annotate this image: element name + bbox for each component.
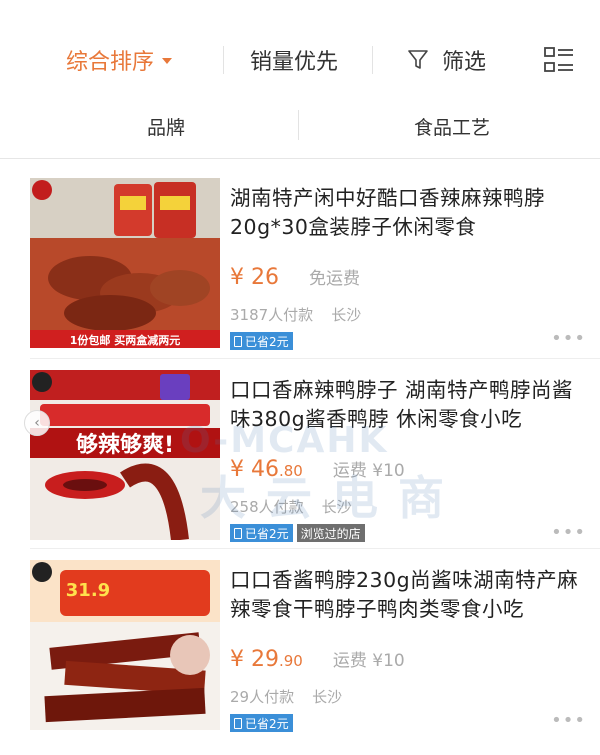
product-image[interactable]: 1份包邮 买两盒减两元: [30, 178, 220, 348]
price-integer: 26: [251, 265, 279, 290]
product-title[interactable]: 湖南特产闲中好酷口香辣麻辣鸭脖20g*30盒装脖子休闲零食: [230, 184, 585, 242]
thumb-banner-text: 1份包邮 买两盒减两元: [70, 333, 180, 347]
badge-list: 已省2元: [230, 332, 585, 350]
currency-symbol: ¥: [230, 647, 244, 672]
sales-meta: 258人付款 长沙: [230, 496, 585, 517]
price-row: ¥ 26 免运费: [230, 264, 585, 290]
divider: [298, 110, 299, 140]
duck-neck-product-photo: 1份包邮 买两盒减两元: [30, 178, 220, 348]
product-card[interactable]: 1份包邮 买两盒减两元 湖南特产闲中好酷口香辣麻辣鸭脖20g*30盒装脖子休闲零…: [0, 178, 600, 358]
caret-down-icon: [162, 58, 173, 64]
discount-badge: 已省2元: [230, 524, 293, 542]
badge-label: 已省2元: [245, 526, 289, 541]
product-title[interactable]: 口口香麻辣鸭脖子 湖南特产鸭脖尚酱味380g酱香鸭脖 休闲零食小吃: [230, 376, 585, 434]
phone-icon: [234, 527, 242, 539]
seller-city: 长沙: [321, 498, 352, 516]
discount-badge: 已省2元: [230, 332, 293, 350]
badge-label: 已省2元: [245, 716, 289, 731]
price: ¥ 46.80: [230, 457, 303, 482]
currency-symbol: ¥: [230, 457, 244, 482]
product-image[interactable]: 31.9: [30, 560, 220, 730]
duck-neck-product-photo: 31.9: [30, 560, 220, 730]
list-layout-toggle[interactable]: [542, 44, 576, 78]
shipping-info: 运费 ¥10: [332, 651, 405, 671]
sort-comprehensive-label: 综合排序: [66, 50, 155, 75]
duck-neck-product-photo: 够辣够爽!: [30, 370, 220, 540]
product-info: 湖南特产闲中好酷口香辣麻辣鸭脖20g*30盒装脖子休闲零食 ¥ 26 免运费 3…: [230, 178, 585, 350]
phone-icon: [234, 335, 242, 347]
price: ¥ 29.90: [230, 647, 303, 672]
sort-sales-tab[interactable]: 销量优先: [250, 42, 338, 78]
list-view-icon: [544, 47, 573, 72]
badge-list: 已省2元 浏览过的店: [230, 524, 585, 542]
more-options-button[interactable]: •••: [551, 522, 586, 543]
sort-bar: 综合排序 销量优先 筛选 品牌 食品工艺: [0, 0, 600, 140]
chevron-left-icon[interactable]: ‹: [24, 410, 50, 436]
filter-funnel-icon: [408, 50, 428, 69]
sales-meta: 3187人付款 长沙: [230, 304, 585, 325]
thumb-banner-text: 31.9: [66, 580, 110, 601]
divider: [223, 46, 224, 74]
thumb-banner-text: 够辣够爽!: [76, 432, 174, 458]
shipping-info: 免运费: [309, 269, 360, 289]
divider: [30, 358, 600, 359]
discount-badge: 已省2元: [230, 714, 293, 732]
divider: [30, 548, 600, 549]
product-card[interactable]: 够辣够爽! 口口香麻辣鸭脖子 湖南特产鸭脖尚酱味380g酱香鸭脖 休闲零食小吃 …: [0, 370, 600, 550]
shipping-info: 运费 ¥10: [332, 461, 405, 481]
seller-city: 长沙: [312, 688, 343, 706]
product-info: 口口香酱鸭脖230g尚酱味湖南特产麻辣零食干鸭脖子鸭肉类零食小吃 ¥ 29.90…: [230, 560, 585, 732]
phone-icon: [234, 717, 242, 729]
badge-label: 已省2元: [245, 334, 289, 349]
visited-store-badge: 浏览过的店: [296, 524, 365, 542]
paid-count: 258人付款: [230, 498, 304, 516]
paid-count: 3187人付款: [230, 306, 314, 324]
price-integer: 29: [251, 647, 279, 672]
sales-meta: 29人付款 长沙: [230, 686, 585, 707]
product-card[interactable]: 31.9 口口香酱鸭脖230g尚酱味湖南特产麻辣零食干鸭脖子鸭肉类零食小吃 ¥ …: [0, 560, 600, 740]
more-options-button[interactable]: •••: [551, 328, 586, 349]
price-integer: 46: [251, 457, 279, 482]
divider: [372, 46, 373, 74]
price-row: ¥ 29.90 运费 ¥10: [230, 646, 585, 672]
seller-city: 长沙: [331, 306, 362, 324]
currency-symbol: ¥: [230, 265, 244, 290]
more-options-button[interactable]: •••: [551, 710, 586, 731]
price-decimal: .90: [279, 652, 303, 670]
product-title[interactable]: 口口香酱鸭脖230g尚酱味湖南特产麻辣零食干鸭脖子鸭肉类零食小吃: [230, 566, 585, 624]
price-decimal: .80: [279, 462, 303, 480]
badge-list: 已省2元: [230, 714, 585, 732]
food-process-filter[interactable]: 食品工艺: [414, 113, 490, 140]
sort-comprehensive-tab[interactable]: 综合排序: [66, 42, 173, 78]
filter-label: 筛选: [442, 50, 487, 75]
paid-count: 29人付款: [230, 688, 295, 706]
divider: [0, 158, 600, 159]
sort-sales-label: 销量优先: [250, 50, 339, 75]
product-info: 口口香麻辣鸭脖子 湖南特产鸭脖尚酱味380g酱香鸭脖 休闲零食小吃 ¥ 46.8…: [230, 370, 585, 542]
price-row: ¥ 46.80 运费 ¥10: [230, 456, 585, 482]
product-image[interactable]: 够辣够爽!: [30, 370, 220, 540]
brand-filter[interactable]: 品牌: [147, 113, 185, 140]
price: ¥ 26: [230, 265, 279, 290]
filter-button[interactable]: 筛选: [408, 42, 486, 78]
